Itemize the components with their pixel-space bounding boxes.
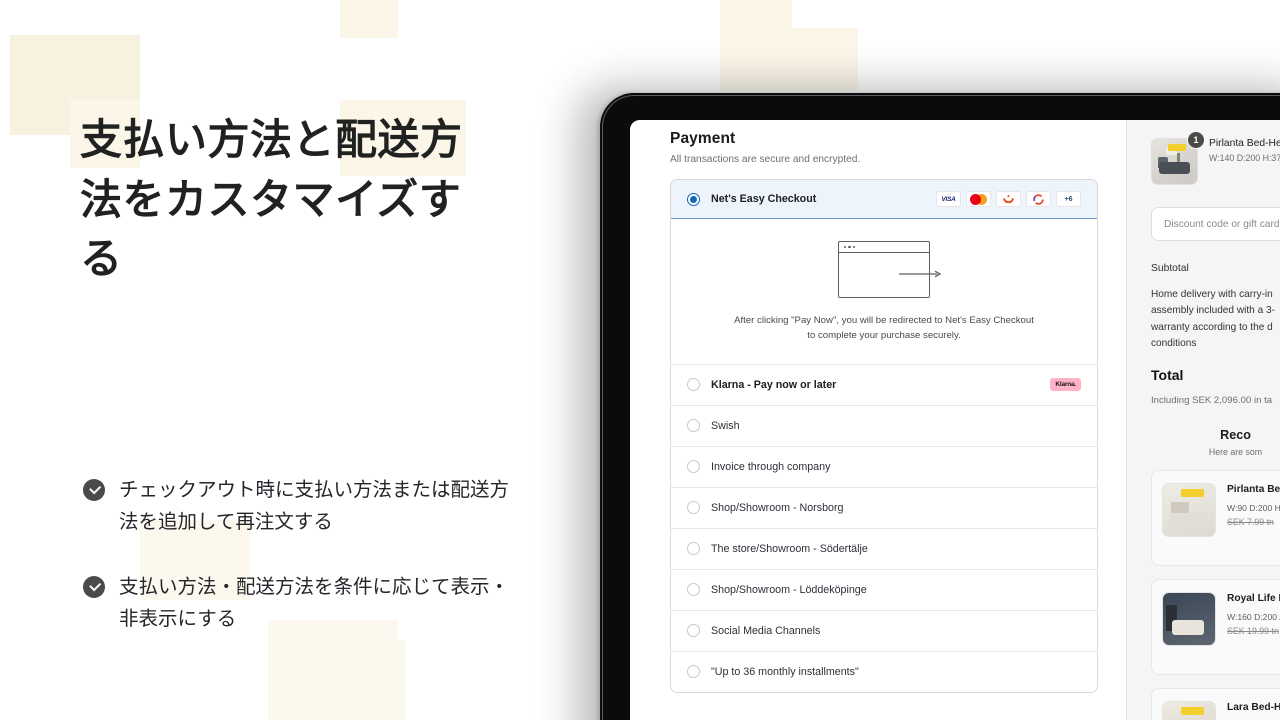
radio-selected-icon[interactable]: [687, 192, 700, 206]
recommended-product-dimensions: W:160 D:200 / 1: [1227, 612, 1280, 623]
benefits-list: チェックアウト時に支払い方法または配送方法を追加して再注文する 支払い方法・配送…: [83, 475, 513, 669]
list-item: 支払い方法・配送方法を条件に応じて表示・非表示にする: [83, 572, 513, 635]
recommended-product-price: SEK 7.99 tn: [1227, 517, 1274, 528]
recommended-product-card[interactable]: Royal Life Be Storage W:160 D:200 / 1 SE…: [1151, 579, 1280, 676]
recommendations-header: Reco Here are som: [1151, 428, 1280, 457]
payment-option-label: The store/Showroom - Södertälje: [711, 542, 868, 555]
radio-icon[interactable]: [687, 583, 700, 597]
payment-heading: Payment: [670, 130, 736, 147]
card-brand-row: VISA +6: [936, 191, 1081, 207]
quantity-badge: 1: [1187, 131, 1205, 149]
recommendations-title: Reco: [1220, 428, 1251, 443]
tax-note: Including SEK 2,096.00 in ta: [1151, 395, 1273, 407]
radio-icon[interactable]: [687, 665, 700, 679]
shipping-note: Home delivery with carry-in assembly inc…: [1151, 289, 1275, 350]
radio-icon[interactable]: [687, 460, 700, 474]
more-brands-badge[interactable]: +6: [1056, 191, 1081, 207]
payment-method-list: Net's Easy Checkout VISA +6 After clicki…: [670, 179, 1098, 693]
payment-option-social-media[interactable]: Social Media Channels: [671, 609, 1097, 651]
radio-icon[interactable]: [687, 624, 700, 638]
payment-option-installments[interactable]: "Up to 36 monthly installments": [671, 650, 1097, 692]
radio-icon[interactable]: [687, 542, 700, 556]
payment-subtitle: All transactions are secure and encrypte…: [670, 154, 861, 165]
radio-icon[interactable]: [687, 501, 700, 515]
recommended-product-card[interactable]: Lara Bed-He W:90 D:200 / 1: [1151, 688, 1280, 720]
cart-item-name: Pirlanta Bed-He: [1209, 138, 1280, 149]
product-image: [1162, 701, 1216, 720]
recommended-product-name: Lara Bed-He: [1227, 702, 1280, 714]
recommended-product-price: SEK 19.99 tn: [1227, 626, 1279, 637]
discount-placeholder: Discount code or gift card: [1164, 218, 1280, 230]
recommendations-subtitle: Here are som: [1208, 447, 1263, 458]
payment-option-label: Social Media Channels: [711, 624, 821, 637]
payment-option-sodertalje[interactable]: The store/Showroom - Södertälje: [671, 527, 1097, 569]
order-summary-sidebar: 1 Pirlanta Bed-He W:140 D:200 H:37 Disco…: [1126, 120, 1280, 720]
radio-icon[interactable]: [687, 419, 700, 433]
product-thumbnail-wrap: 1: [1151, 131, 1205, 185]
tablet-screen: Payment All transactions are secure and …: [630, 120, 1280, 720]
payment-option-norsborg[interactable]: Shop/Showroom - Norsborg: [671, 486, 1097, 528]
recommended-product-name: Pirlanta Bed-Storage: [1227, 484, 1280, 496]
check-circle-icon: [83, 479, 105, 501]
redirect-info-panel: After clicking "Pay Now", you will be re…: [671, 219, 1097, 364]
check-circle-icon: [83, 576, 105, 599]
payment-option-swish[interactable]: Swish: [671, 404, 1097, 446]
recommended-product-name: Royal Life Be Storage: [1227, 593, 1280, 605]
deco-square-6: [720, 28, 858, 90]
benefit-label: 支払い方法・配送方法を条件に応じて表示・非表示にする: [119, 576, 510, 630]
deco-square-5: [720, 0, 792, 28]
recommended-product-dimensions: W:90 D:200 H:3: [1227, 503, 1280, 514]
cart-line-item: 1 Pirlanta Bed-He W:140 D:200 H:37: [1151, 131, 1280, 185]
payment-option-label: Swish: [711, 419, 740, 432]
payment-option-loddekopinge[interactable]: Shop/Showroom - Löddeköpinge: [671, 568, 1097, 610]
product-image: [1162, 592, 1216, 647]
payment-option-klarna[interactable]: Klarna - Pay now or later Klarna.: [671, 363, 1097, 405]
product-image: [1162, 483, 1216, 538]
payment-option-label: Invoice through company: [711, 460, 831, 473]
checkout-page: Payment All transactions are secure and …: [630, 120, 1280, 720]
payment-option-label: Net's Easy Checkout: [711, 193, 817, 205]
total-label: Total: [1151, 367, 1184, 384]
payment-option-label: Shop/Showroom - Norsborg: [711, 501, 844, 514]
benefit-label: チェックアウト時に支払い方法または配送方法を追加して再注文する: [119, 479, 510, 533]
discount-code-input[interactable]: Discount code or gift card: [1151, 207, 1280, 241]
klarna-logo: Klarna.: [1050, 378, 1081, 392]
arrow-right-icon: [899, 270, 942, 278]
subtotal-label: Subtotal: [1151, 263, 1189, 274]
page-title: 支払い方法と配送方法をカスタマイズする: [80, 116, 463, 283]
browser-window-icon: [838, 241, 942, 298]
payment-option-nets-easy-checkout[interactable]: Net's Easy Checkout VISA +6: [671, 179, 1097, 219]
payment-option-label: "Up to 36 monthly installments": [711, 665, 859, 678]
mastercard-icon: [966, 191, 991, 207]
redirect-description: After clicking "Pay Now", you will be re…: [734, 315, 1034, 341]
payment-section: Payment All transactions are secure and …: [630, 120, 1126, 720]
cart-item-dimensions: W:140 D:200 H:37: [1209, 153, 1280, 163]
list-item: チェックアウト時に支払い方法または配送方法を追加して再注文する: [83, 475, 513, 538]
recommended-product-card[interactable]: Pirlanta Bed-Storage W:90 D:200 H:3 SEK …: [1151, 470, 1280, 567]
smile-icon: [996, 191, 1021, 207]
circle-brand-icon: [1026, 191, 1051, 207]
visa-icon: VISA: [936, 191, 961, 207]
radio-icon[interactable]: [687, 378, 700, 392]
tablet-device-frame: Payment All transactions are secure and …: [600, 93, 1280, 720]
payment-option-label: Shop/Showroom - Löddeköpinge: [711, 583, 867, 596]
marketing-column: 支払い方法と配送方法をカスタマイズする チェックアウト時に支払い方法または配送方…: [0, 0, 620, 720]
payment-option-label: Klarna - Pay now or later: [711, 378, 837, 391]
payment-option-invoice[interactable]: Invoice through company: [671, 445, 1097, 487]
